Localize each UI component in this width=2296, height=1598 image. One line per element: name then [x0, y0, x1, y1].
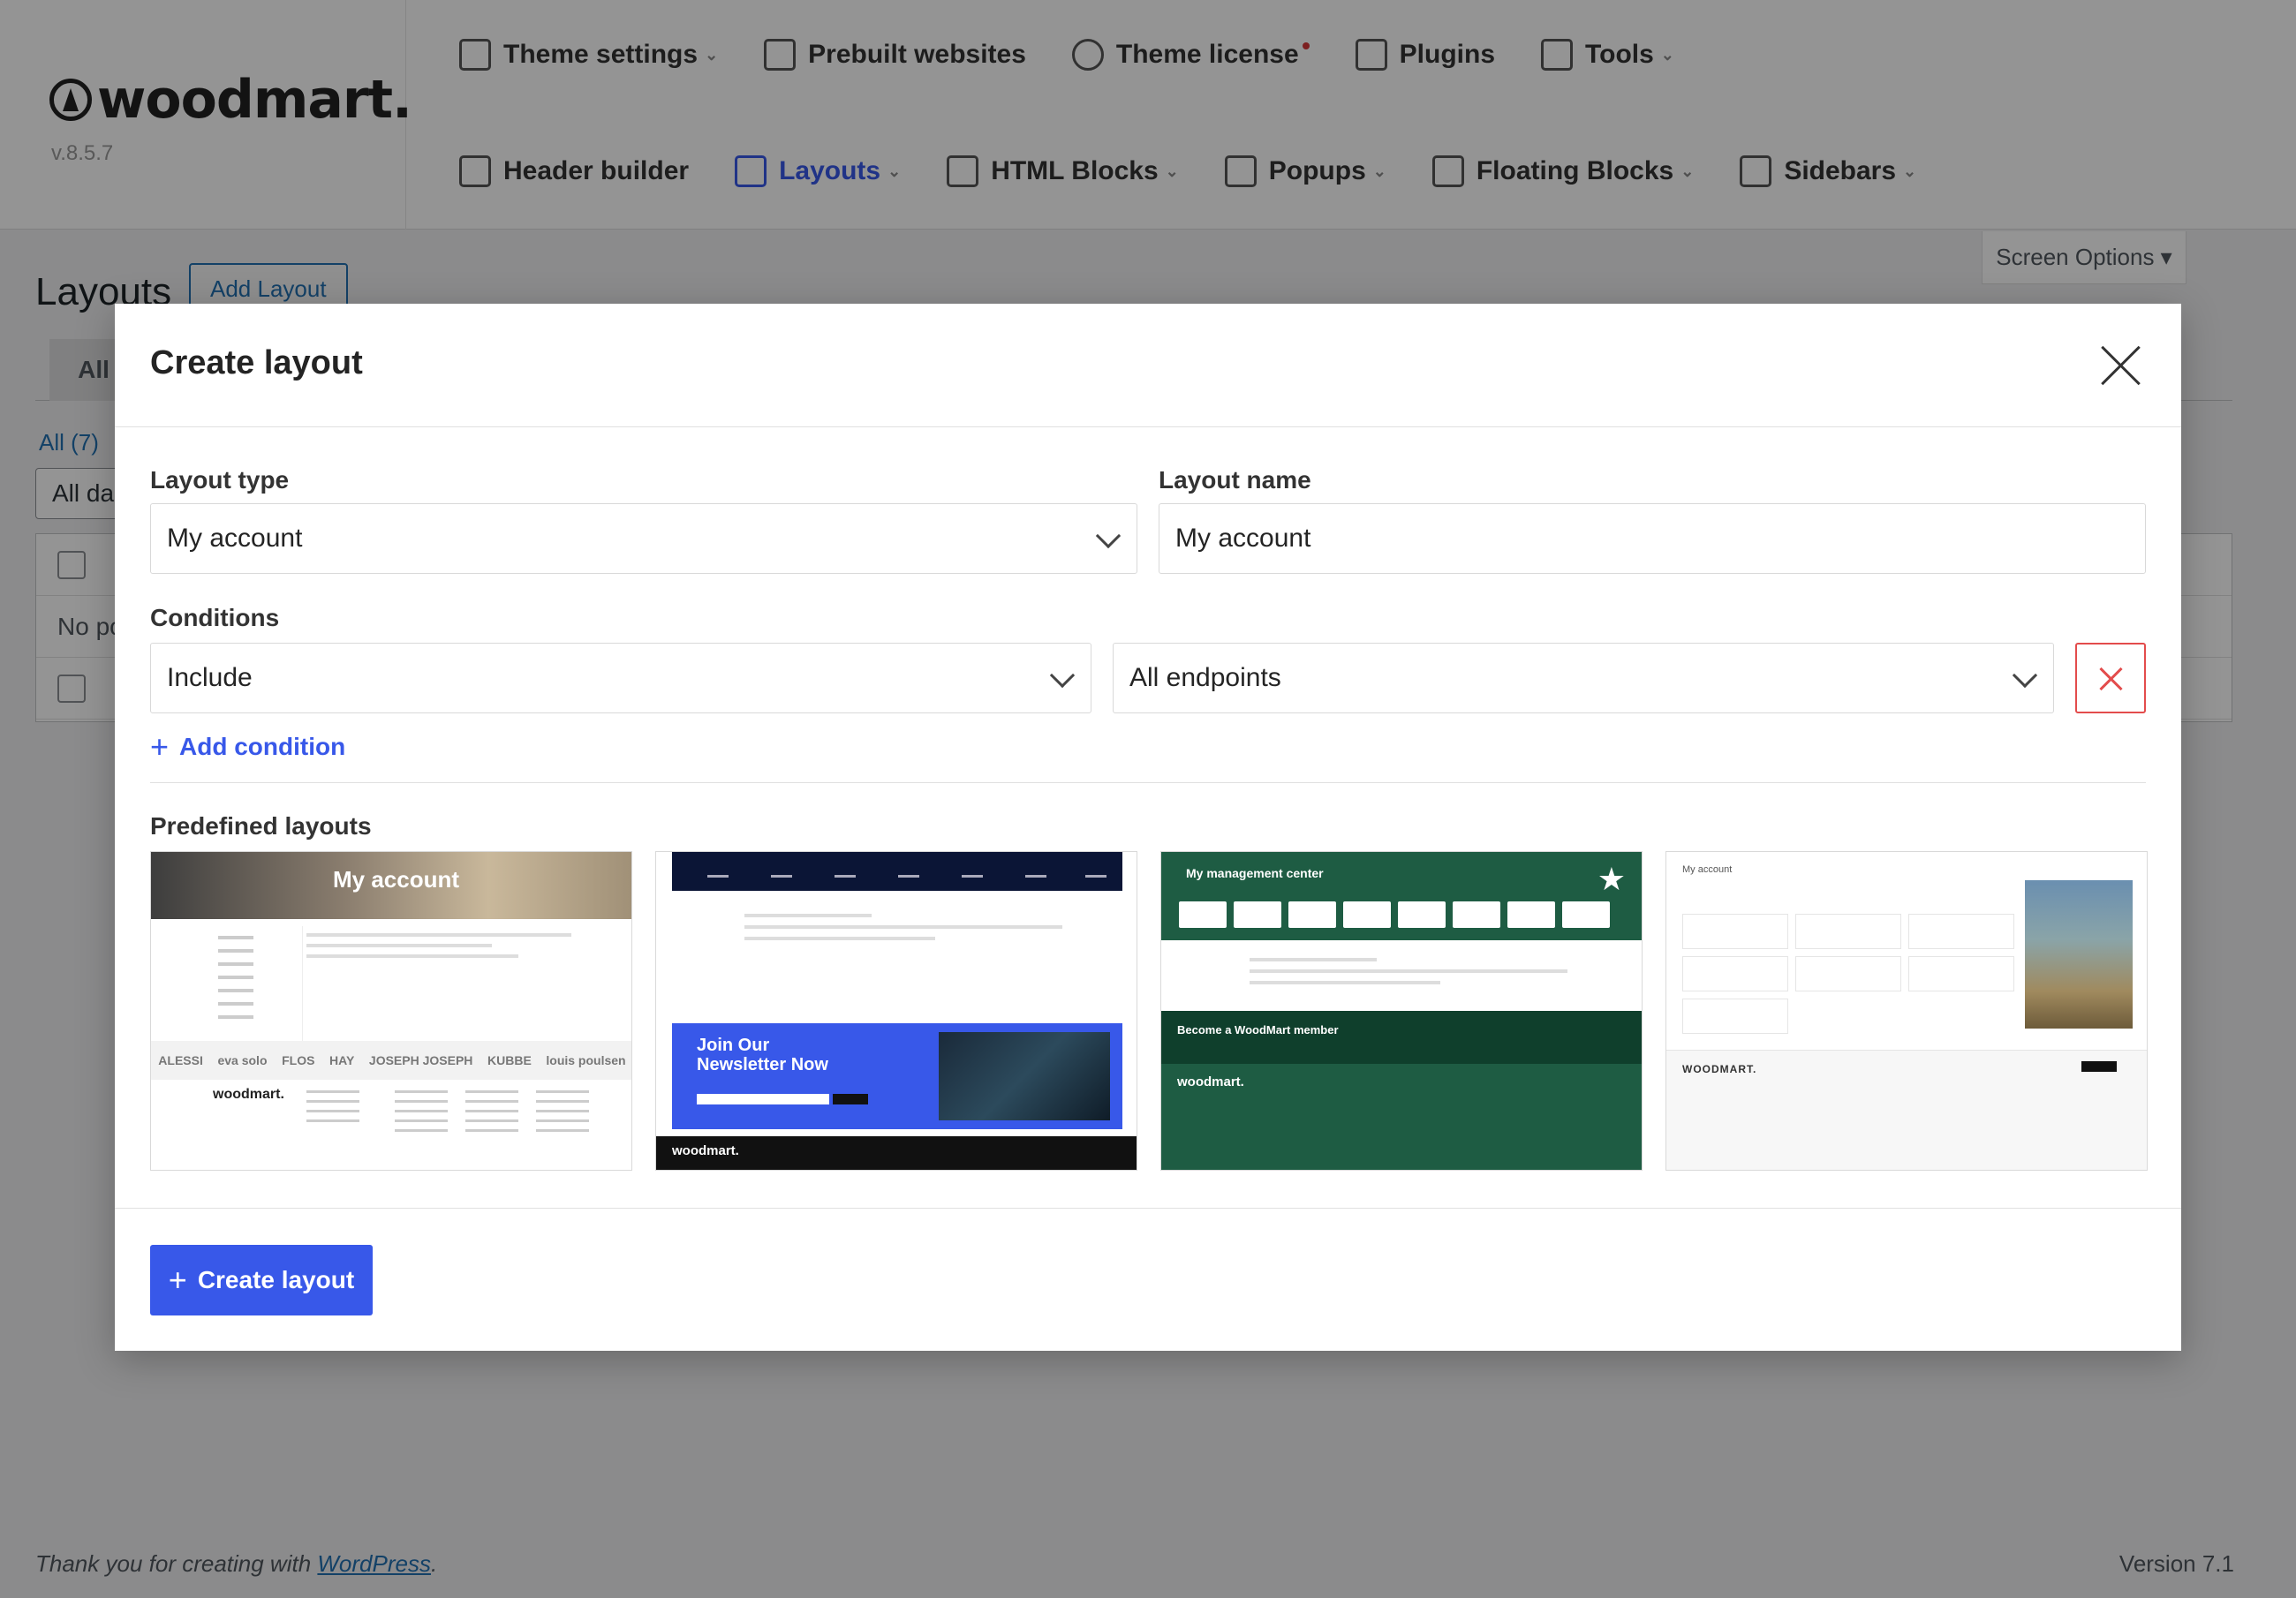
brand-label: JOSEPH JOSEPH	[368, 1053, 473, 1067]
chevron-down-icon	[1095, 523, 1122, 549]
section-divider	[150, 782, 2146, 783]
conditions-label: Conditions	[150, 604, 280, 631]
thumb-logo: woodmart.	[213, 1087, 284, 1102]
thumb-footer: WOODMART.	[1666, 1050, 2147, 1170]
newsletter-image	[939, 1032, 1110, 1120]
chevron-down-icon	[1049, 662, 1076, 689]
condition-value-select[interactable]: All endpoints	[1113, 643, 2054, 713]
create-layout-modal: Create layout Layout type My account Lay…	[115, 304, 2181, 1351]
condition-type-select[interactable]: Include	[150, 643, 1091, 713]
condition-type-value: Include	[167, 663, 253, 692]
add-condition-label: Add condition	[179, 733, 346, 760]
thumb-subscribe-button	[2081, 1061, 2117, 1072]
predefined-layout-2[interactable]: Join Our Newsletter Now woodmart.	[655, 851, 1137, 1171]
thumb-management-header: My management center ★	[1161, 852, 1642, 940]
thumb-logo: WOODMART.	[1682, 1063, 1757, 1075]
brand-label: ALESSI	[158, 1053, 203, 1067]
layout-type-label: Layout type	[150, 466, 290, 494]
thumb-footer: woodmart.	[1161, 1064, 1642, 1170]
layout-name-value: My account	[1175, 524, 1311, 553]
chevron-down-icon	[2012, 662, 2038, 689]
predefined-layout-1[interactable]: My account ALESSI eva solo FLOS HAY JOSE…	[150, 851, 632, 1171]
thumb-title: My management center	[1186, 866, 1324, 880]
layout-type-value: My account	[167, 524, 303, 553]
thumb-footer: woodmart.	[656, 1136, 1137, 1170]
create-layout-label: Create layout	[197, 1266, 355, 1293]
remove-condition-button[interactable]	[2075, 643, 2146, 713]
brand-label: FLOS	[282, 1053, 315, 1067]
plus-icon: +	[168, 1262, 187, 1298]
thumb-content	[1250, 958, 1567, 992]
thumb-newsletter: Join Our Newsletter Now	[672, 1023, 1122, 1129]
thumb-content	[744, 914, 1062, 948]
thumb-title: My account	[333, 866, 460, 893]
predefined-layout-3[interactable]: My management center ★ Become a WoodMart…	[1160, 851, 1643, 1171]
modal-title: Create layout	[150, 344, 363, 381]
condition-value: All endpoints	[1129, 663, 1281, 692]
modal-footer	[115, 1208, 2181, 1351]
brand-label: KUBBE	[487, 1053, 532, 1067]
newsletter-input	[697, 1094, 829, 1104]
thumb-content	[306, 933, 571, 965]
thumb-logo: woodmart.	[1177, 1074, 1244, 1089]
create-layout-button[interactable]: + Create layout	[150, 1245, 373, 1315]
predefined-layouts-label: Predefined layouts	[150, 812, 372, 840]
predefined-layouts-list: My account ALESSI eva solo FLOS HAY JOSE…	[150, 851, 2148, 1171]
add-condition-button[interactable]: + Add condition	[150, 728, 346, 765]
brand-label: louis poulsen	[546, 1053, 626, 1067]
layout-type-select[interactable]: My account	[150, 503, 1137, 574]
member-title: Become a WoodMart member	[1177, 1023, 1339, 1036]
plus-icon: +	[150, 728, 170, 765]
thumb-member-banner: Become a WoodMart member	[1161, 1011, 1642, 1064]
thumb-dashboard-grid	[1682, 914, 2014, 1034]
close-icon[interactable]	[2098, 343, 2144, 388]
brand-label: HAY	[329, 1053, 355, 1067]
modal-header: Create layout	[115, 304, 2181, 427]
thumb-logo: woodmart.	[672, 1143, 739, 1158]
newsletter-title: Join Our Newsletter Now	[697, 1036, 828, 1074]
thumb-title: My account	[1682, 864, 1733, 875]
layout-name-label: Layout name	[1159, 466, 1311, 494]
brand-label: eva solo	[217, 1053, 268, 1067]
thumb-account-nav	[672, 852, 1122, 891]
thumb-brands-bar: ALESSI eva solo FLOS HAY JOSEPH JOSEPH K…	[151, 1041, 631, 1080]
star-icon: ★	[1597, 861, 1626, 897]
newsletter-button	[833, 1094, 868, 1104]
thumb-photo	[2025, 880, 2133, 1029]
predefined-layout-4[interactable]: My account WOODMART.	[1665, 851, 2148, 1171]
thumb-cards	[1179, 901, 1610, 928]
thumb-footer: woodmart.	[151, 1080, 631, 1170]
layout-name-input[interactable]: My account	[1159, 503, 2146, 574]
